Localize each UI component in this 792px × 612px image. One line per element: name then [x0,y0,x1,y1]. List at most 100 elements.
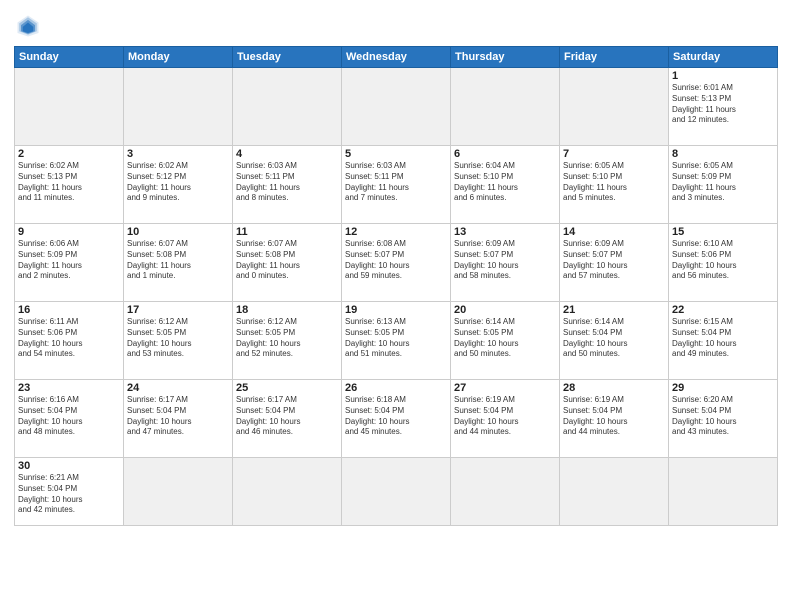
calendar-cell: 1Sunrise: 6:01 AM Sunset: 5:13 PM Daylig… [669,68,778,146]
day-info: Sunrise: 6:01 AM Sunset: 5:13 PM Dayligh… [672,83,774,126]
calendar-cell: 9Sunrise: 6:06 AM Sunset: 5:09 PM Daylig… [15,224,124,302]
day-number: 8 [672,148,774,160]
calendar-cell: 17Sunrise: 6:12 AM Sunset: 5:05 PM Dayli… [124,302,233,380]
calendar-cell: 10Sunrise: 6:07 AM Sunset: 5:08 PM Dayli… [124,224,233,302]
page: SundayMondayTuesdayWednesdayThursdayFrid… [0,0,792,612]
day-number: 11 [236,226,338,238]
calendar-cell [233,68,342,146]
calendar-week-3: 16Sunrise: 6:11 AM Sunset: 5:06 PM Dayli… [15,302,778,380]
day-info: Sunrise: 6:05 AM Sunset: 5:09 PM Dayligh… [672,161,774,204]
day-info: Sunrise: 6:12 AM Sunset: 5:05 PM Dayligh… [236,317,338,360]
day-info: Sunrise: 6:06 AM Sunset: 5:09 PM Dayligh… [18,239,120,282]
logo-area [14,10,46,40]
day-number: 2 [18,148,120,160]
calendar-cell [342,68,451,146]
day-number: 23 [18,382,120,394]
day-info: Sunrise: 6:15 AM Sunset: 5:04 PM Dayligh… [672,317,774,360]
day-info: Sunrise: 6:18 AM Sunset: 5:04 PM Dayligh… [345,395,447,438]
logo-icon [14,12,42,40]
day-number: 5 [345,148,447,160]
day-number: 29 [672,382,774,394]
calendar-cell: 23Sunrise: 6:16 AM Sunset: 5:04 PM Dayli… [15,380,124,458]
day-number: 15 [672,226,774,238]
calendar-cell [233,458,342,526]
calendar-cell: 20Sunrise: 6:14 AM Sunset: 5:05 PM Dayli… [451,302,560,380]
day-number: 7 [563,148,665,160]
day-info: Sunrise: 6:12 AM Sunset: 5:05 PM Dayligh… [127,317,229,360]
day-info: Sunrise: 6:09 AM Sunset: 5:07 PM Dayligh… [454,239,556,282]
day-number: 3 [127,148,229,160]
day-info: Sunrise: 6:14 AM Sunset: 5:05 PM Dayligh… [454,317,556,360]
weekday-sunday: Sunday [15,47,124,68]
day-number: 24 [127,382,229,394]
calendar-cell: 30Sunrise: 6:21 AM Sunset: 5:04 PM Dayli… [15,458,124,526]
day-info: Sunrise: 6:19 AM Sunset: 5:04 PM Dayligh… [454,395,556,438]
calendar-cell: 12Sunrise: 6:08 AM Sunset: 5:07 PM Dayli… [342,224,451,302]
day-info: Sunrise: 6:08 AM Sunset: 5:07 PM Dayligh… [345,239,447,282]
weekday-saturday: Saturday [669,47,778,68]
calendar-cell: 6Sunrise: 6:04 AM Sunset: 5:10 PM Daylig… [451,146,560,224]
calendar-table: SundayMondayTuesdayWednesdayThursdayFrid… [14,46,778,526]
day-number: 18 [236,304,338,316]
day-number: 1 [672,70,774,82]
calendar-cell: 21Sunrise: 6:14 AM Sunset: 5:04 PM Dayli… [560,302,669,380]
calendar-cell: 24Sunrise: 6:17 AM Sunset: 5:04 PM Dayli… [124,380,233,458]
day-number: 27 [454,382,556,394]
calendar-cell [560,458,669,526]
day-number: 14 [563,226,665,238]
day-number: 10 [127,226,229,238]
calendar-cell [451,68,560,146]
day-info: Sunrise: 6:03 AM Sunset: 5:11 PM Dayligh… [345,161,447,204]
calendar-cell: 19Sunrise: 6:13 AM Sunset: 5:05 PM Dayli… [342,302,451,380]
day-number: 9 [18,226,120,238]
day-info: Sunrise: 6:10 AM Sunset: 5:06 PM Dayligh… [672,239,774,282]
calendar-cell: 4Sunrise: 6:03 AM Sunset: 5:11 PM Daylig… [233,146,342,224]
calendar-week-1: 2Sunrise: 6:02 AM Sunset: 5:13 PM Daylig… [15,146,778,224]
day-info: Sunrise: 6:02 AM Sunset: 5:13 PM Dayligh… [18,161,120,204]
weekday-header-row: SundayMondayTuesdayWednesdayThursdayFrid… [15,47,778,68]
day-number: 28 [563,382,665,394]
day-number: 25 [236,382,338,394]
calendar-week-2: 9Sunrise: 6:06 AM Sunset: 5:09 PM Daylig… [15,224,778,302]
weekday-tuesday: Tuesday [233,47,342,68]
day-number: 21 [563,304,665,316]
weekday-friday: Friday [560,47,669,68]
calendar-week-5: 30Sunrise: 6:21 AM Sunset: 5:04 PM Dayli… [15,458,778,526]
day-number: 30 [18,460,120,472]
day-info: Sunrise: 6:19 AM Sunset: 5:04 PM Dayligh… [563,395,665,438]
calendar-cell: 22Sunrise: 6:15 AM Sunset: 5:04 PM Dayli… [669,302,778,380]
day-info: Sunrise: 6:07 AM Sunset: 5:08 PM Dayligh… [127,239,229,282]
calendar-cell: 26Sunrise: 6:18 AM Sunset: 5:04 PM Dayli… [342,380,451,458]
calendar-cell [124,68,233,146]
calendar-cell: 7Sunrise: 6:05 AM Sunset: 5:10 PM Daylig… [560,146,669,224]
calendar-cell: 8Sunrise: 6:05 AM Sunset: 5:09 PM Daylig… [669,146,778,224]
calendar-cell: 28Sunrise: 6:19 AM Sunset: 5:04 PM Dayli… [560,380,669,458]
calendar-cell: 27Sunrise: 6:19 AM Sunset: 5:04 PM Dayli… [451,380,560,458]
calendar-cell: 13Sunrise: 6:09 AM Sunset: 5:07 PM Dayli… [451,224,560,302]
weekday-thursday: Thursday [451,47,560,68]
day-info: Sunrise: 6:09 AM Sunset: 5:07 PM Dayligh… [563,239,665,282]
day-number: 19 [345,304,447,316]
day-number: 22 [672,304,774,316]
weekday-wednesday: Wednesday [342,47,451,68]
calendar-cell: 11Sunrise: 6:07 AM Sunset: 5:08 PM Dayli… [233,224,342,302]
calendar-cell [342,458,451,526]
day-number: 12 [345,226,447,238]
calendar-cell: 5Sunrise: 6:03 AM Sunset: 5:11 PM Daylig… [342,146,451,224]
day-info: Sunrise: 6:20 AM Sunset: 5:04 PM Dayligh… [672,395,774,438]
calendar-cell: 29Sunrise: 6:20 AM Sunset: 5:04 PM Dayli… [669,380,778,458]
calendar-cell [669,458,778,526]
day-number: 20 [454,304,556,316]
day-number: 6 [454,148,556,160]
calendar-cell: 18Sunrise: 6:12 AM Sunset: 5:05 PM Dayli… [233,302,342,380]
calendar-cell: 16Sunrise: 6:11 AM Sunset: 5:06 PM Dayli… [15,302,124,380]
day-info: Sunrise: 6:14 AM Sunset: 5:04 PM Dayligh… [563,317,665,360]
day-number: 4 [236,148,338,160]
day-info: Sunrise: 6:07 AM Sunset: 5:08 PM Dayligh… [236,239,338,282]
calendar-cell: 25Sunrise: 6:17 AM Sunset: 5:04 PM Dayli… [233,380,342,458]
calendar-cell [560,68,669,146]
day-info: Sunrise: 6:03 AM Sunset: 5:11 PM Dayligh… [236,161,338,204]
calendar-week-4: 23Sunrise: 6:16 AM Sunset: 5:04 PM Dayli… [15,380,778,458]
day-info: Sunrise: 6:05 AM Sunset: 5:10 PM Dayligh… [563,161,665,204]
day-info: Sunrise: 6:02 AM Sunset: 5:12 PM Dayligh… [127,161,229,204]
